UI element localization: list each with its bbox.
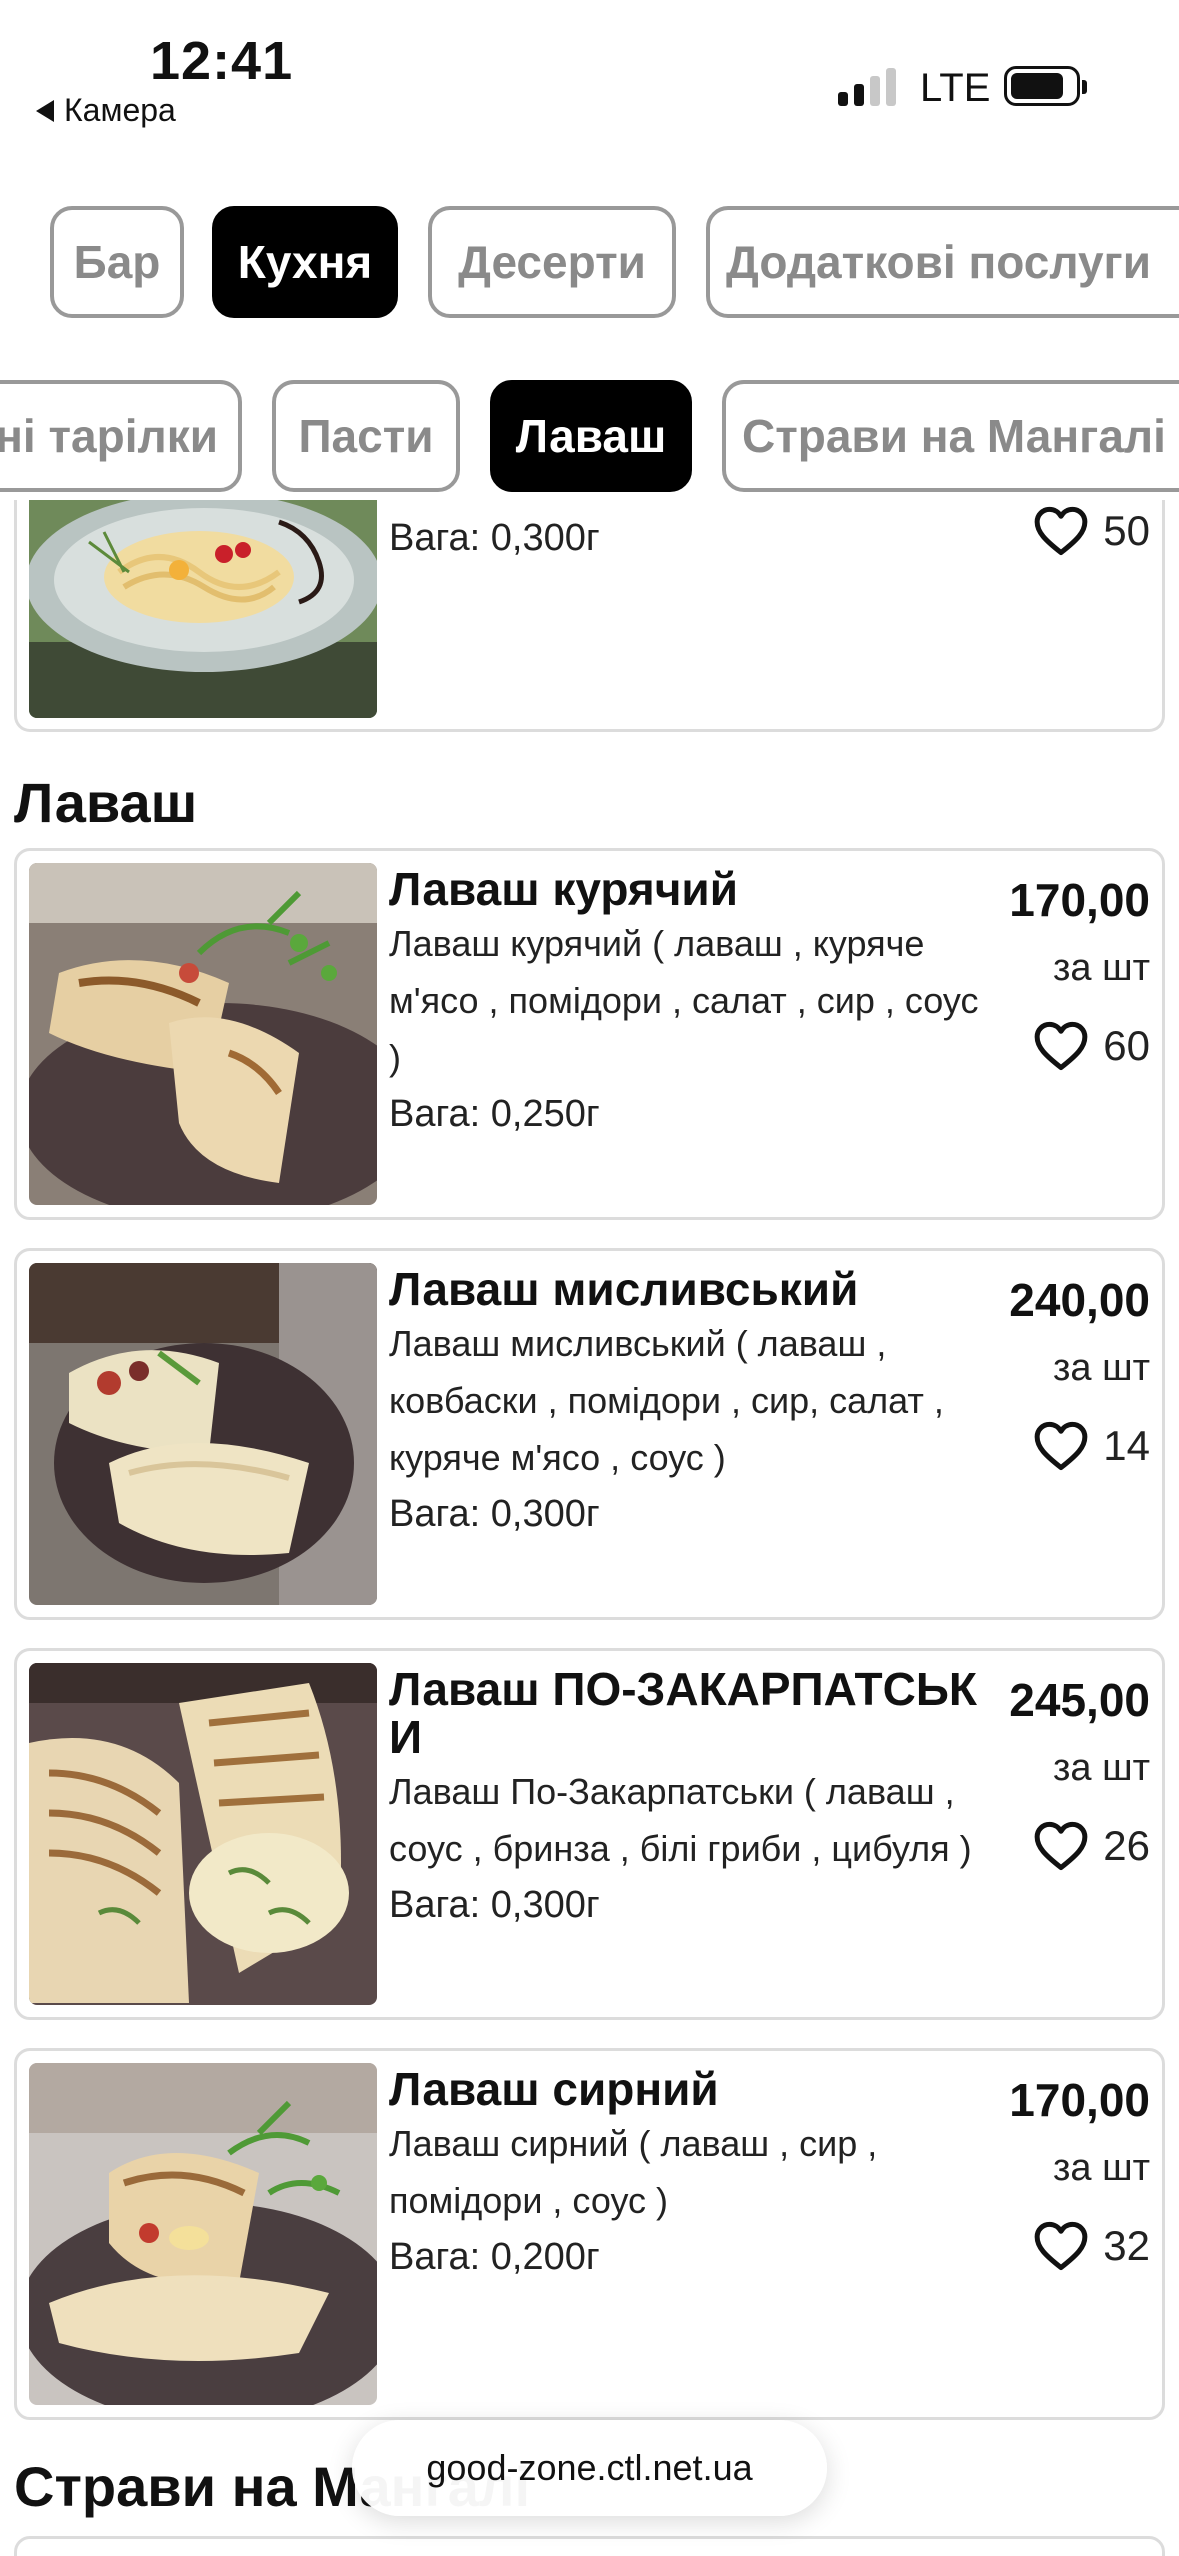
like-button[interactable]: 26 — [1033, 1821, 1150, 1871]
browser-url-bar[interactable]: good-zone.ctl.net.ua — [352, 2420, 827, 2516]
like-button[interactable]: 32 — [1033, 2221, 1150, 2271]
item-unit: за шт — [1052, 2147, 1150, 2189]
item-title: Лаваш ПО-ЗАКАРПАТСЬКИ — [389, 1663, 978, 1763]
menu-item-card[interactable]: Лаваш ПО-ЗАКАРПАТСЬКИ Лаваш По-Закарпатс… — [14, 1648, 1165, 2020]
item-weight: Вага: 0,300г — [389, 1884, 600, 1926]
tab-lavash[interactable]: Лаваш — [490, 380, 692, 492]
like-count: 26 — [1103, 1822, 1150, 1869]
item-description: Лаваш мисливський ( лаваш , ковбаски , п… — [389, 1323, 944, 1478]
item-description: Лаваш курячий ( лаваш , куряче м'ясо , п… — [389, 923, 979, 1078]
heart-icon — [1034, 1421, 1088, 1471]
menu-item-card[interactable]: Лаваш курячий Лаваш курячий ( лаваш , ку… — [14, 848, 1165, 1220]
item-price: 240,00 — [1009, 1274, 1150, 1326]
status-bar: 12:41 Камера LTE — [0, 0, 1179, 150]
tab-pasta[interactable]: Пасти — [272, 380, 460, 492]
like-button[interactable]: 50 — [1033, 506, 1150, 556]
item-unit: за шт — [1052, 1747, 1150, 1789]
cellular-signal-icon — [838, 66, 896, 106]
menu-item-card-previous[interactable]: Вага: 0,300г 50 — [14, 500, 1165, 732]
battery-icon — [1004, 66, 1087, 106]
like-button[interactable]: 14 — [1033, 1421, 1150, 1471]
back-to-camera-link[interactable]: Камера — [36, 92, 176, 129]
status-time: 12:41 — [150, 31, 294, 91]
item-price: 170,00 — [1009, 874, 1150, 926]
item-unit: за шт — [1052, 1347, 1150, 1389]
url-text: good-zone.ctl.net.ua — [426, 2447, 753, 2488]
tab-extra-services[interactable]: Додаткові послуги — [706, 206, 1179, 318]
heart-icon — [1034, 1821, 1088, 1871]
item-price: 170,00 — [1009, 2074, 1150, 2126]
tab-grill-dishes[interactable]: Страви на Мангалі — [722, 380, 1179, 492]
like-count: 50 — [1103, 507, 1150, 554]
like-count: 14 — [1103, 1422, 1150, 1469]
item-description: Лаваш сирний ( лаваш , сир , помідори , … — [389, 2123, 878, 2221]
item-photo — [29, 1263, 377, 1605]
item-weight: Вага: 0,300г — [389, 517, 600, 559]
item-photo — [29, 2063, 377, 2405]
like-count: 60 — [1103, 1022, 1150, 1069]
sub-category-tabs: ні тарілки Пасти Лаваш Страви на Мангалі — [0, 380, 1179, 498]
network-type: LTE — [920, 66, 991, 110]
menu-item-card[interactable]: Лаваш мисливський Лаваш мисливський ( ла… — [14, 1248, 1165, 1620]
tab-bar[interactable]: Бар — [50, 206, 184, 318]
heart-icon — [1034, 506, 1088, 556]
item-title: Лаваш курячий — [389, 863, 738, 915]
item-weight: Вага: 0,300г — [389, 1493, 600, 1535]
item-title: Лаваш мисливський — [389, 1263, 859, 1315]
item-photo — [29, 1663, 377, 2005]
menu-item-card[interactable]: Лаваш сирний Лаваш сирний ( лаваш , сир … — [14, 2048, 1165, 2420]
like-button[interactable]: 60 — [1033, 1021, 1150, 1071]
tab-kitchen[interactable]: Кухня — [212, 206, 398, 318]
tab-plates[interactable]: ні тарілки — [0, 380, 242, 492]
tab-desserts[interactable]: Десерти — [428, 206, 676, 318]
like-count: 32 — [1103, 2222, 1150, 2269]
item-description: Лаваш По-Закарпатськи ( лаваш , соус , б… — [389, 1771, 972, 1869]
item-weight: Вага: 0,250г — [389, 1093, 600, 1135]
pasta-photo — [29, 500, 377, 718]
heart-icon — [1034, 1021, 1088, 1071]
menu-item-card-next[interactable] — [14, 2536, 1165, 2556]
item-price: 245,00 — [1009, 1674, 1150, 1726]
item-unit: за шт — [1052, 947, 1150, 989]
back-arrow-icon — [36, 99, 54, 122]
back-label: Камера — [64, 92, 176, 128]
item-title: Лаваш сирний — [389, 2063, 719, 2115]
top-category-tabs: Бар Кухня Десерти Додаткові послуги — [0, 206, 1179, 324]
item-photo — [29, 863, 377, 1205]
item-weight: Вага: 0,200г — [389, 2236, 600, 2278]
heart-icon — [1034, 2221, 1088, 2271]
section-title: Лаваш — [14, 771, 198, 834]
